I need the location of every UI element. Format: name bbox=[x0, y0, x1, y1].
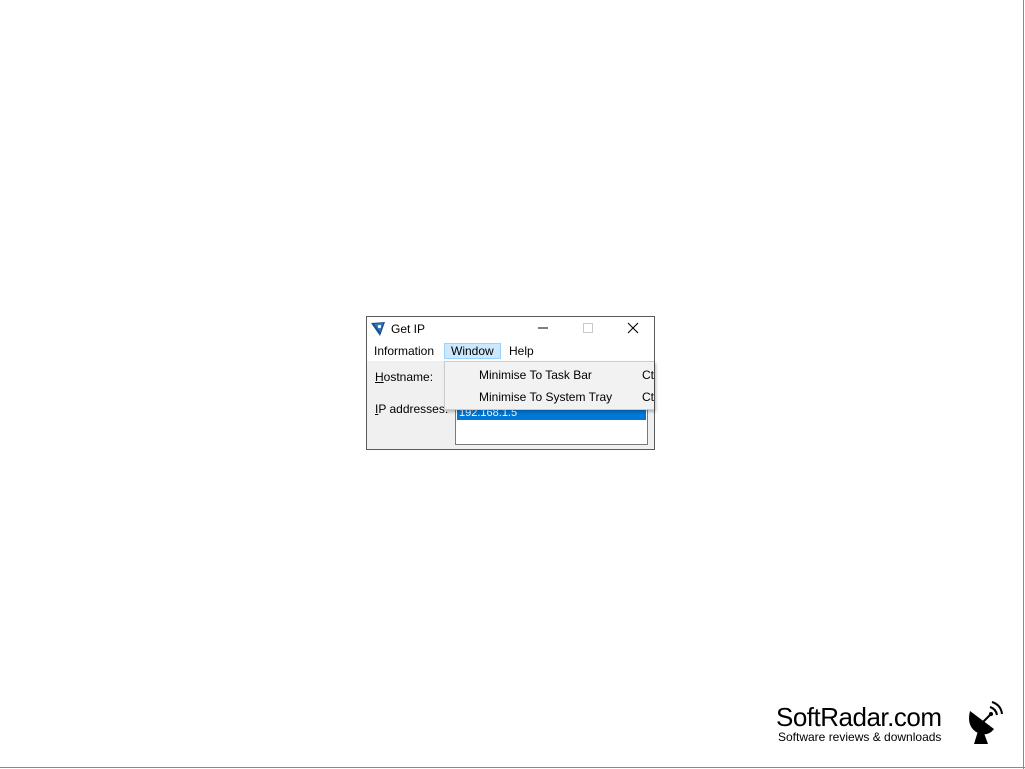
watermark-title: SoftRadar.com bbox=[776, 702, 942, 732]
watermark-subtitle: Software reviews & downloads bbox=[778, 730, 942, 744]
close-icon bbox=[627, 322, 639, 337]
minimize-icon bbox=[537, 322, 548, 336]
ip-label-rest: P addresses: bbox=[378, 402, 449, 416]
ip-addresses-label: IP addresses: bbox=[375, 402, 448, 416]
hostname-label-rest: ostname: bbox=[383, 370, 434, 384]
menu-item-minimise-to-task-bar[interactable]: Minimise To Task Bar Ctr bbox=[445, 364, 654, 386]
menu-item-shortcut: Ctr bbox=[642, 368, 654, 382]
minimize-button[interactable] bbox=[520, 317, 565, 341]
menu-window[interactable]: Window bbox=[444, 343, 501, 359]
screen-right-edge bbox=[1023, 0, 1024, 769]
hostname-label: Hostname: bbox=[375, 370, 433, 384]
window-menu-dropdown: Minimise To Task Bar Ctr Minimise To Sys… bbox=[444, 361, 654, 410]
title-bar[interactable]: Get IP bbox=[367, 317, 654, 341]
softradar-watermark: SoftRadar.com Software reviews & downloa… bbox=[776, 701, 1006, 747]
screen-bottom-edge bbox=[0, 767, 1025, 768]
window-title: Get IP bbox=[391, 322, 426, 336]
menu-bar: Information Window Help bbox=[367, 341, 654, 361]
menu-information[interactable]: Information bbox=[368, 343, 440, 359]
maximize-button bbox=[565, 317, 610, 341]
get-ip-arrow-icon bbox=[371, 322, 385, 336]
menu-item-label: Minimise To System Tray bbox=[479, 390, 613, 404]
hostname-label-accel: H bbox=[375, 370, 384, 384]
get-ip-window: Get IP Information Window Help Hostname:… bbox=[366, 316, 655, 450]
menu-item-shortcut: Ctr bbox=[642, 390, 654, 404]
ip-address-list[interactable]: 192.168.1.5 bbox=[455, 405, 648, 445]
satellite-dish-icon bbox=[964, 701, 1004, 745]
menu-item-minimise-to-system-tray[interactable]: Minimise To System Tray Ctr bbox=[445, 386, 654, 408]
menu-help[interactable]: Help bbox=[503, 343, 540, 359]
menu-item-label: Minimise To Task Bar bbox=[479, 368, 592, 382]
close-button[interactable] bbox=[610, 317, 655, 341]
maximize-icon bbox=[582, 322, 593, 336]
